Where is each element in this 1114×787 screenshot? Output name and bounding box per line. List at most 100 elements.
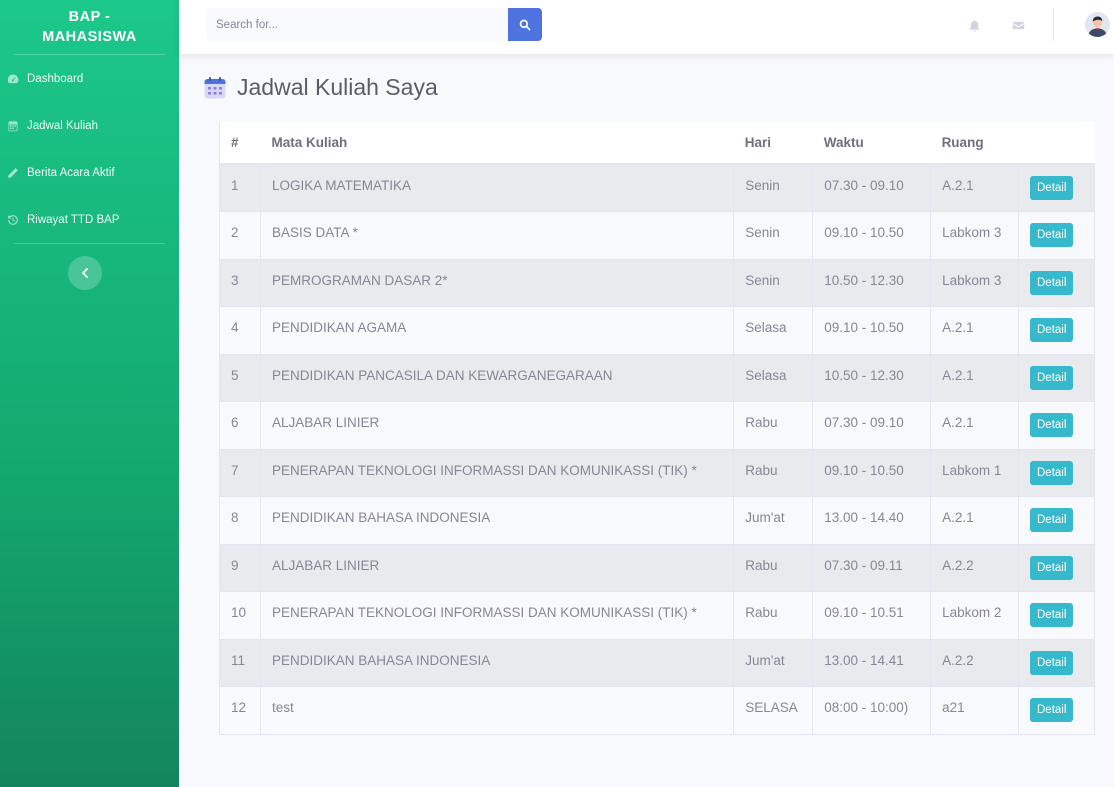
bell-icon <box>969 19 979 32</box>
search-form <box>206 8 542 41</box>
cell-no: 5 <box>219 353 261 402</box>
cell-no: 4 <box>219 306 261 354</box>
cell-ruang: A.2.1 <box>930 401 1019 449</box>
cell-no: 3 <box>219 258 261 307</box>
cell-no: 12 <box>219 686 261 735</box>
table-row: 7 PENERAPAN TEKNOLOGI INFORMASSI DAN KOMU… <box>219 448 1095 497</box>
alerts-button[interactable] <box>966 17 982 33</box>
header-hari: Hari <box>733 122 813 165</box>
brand-line-2: MAHASISWA <box>42 29 137 45</box>
cell-action: Detail <box>1018 638 1095 687</box>
envelope-icon <box>1012 21 1024 29</box>
table-row: 8 PENDIDIKAN BAHASA INDONESIA Jum'at 13.00 … <box>219 496 1095 544</box>
cell-hari: Senin <box>733 258 813 307</box>
cell-mata-kuliah: test <box>259 686 734 735</box>
cell-action: Detail <box>1018 448 1095 497</box>
sidebar-item-dashboard[interactable]: Dashboard <box>0 55 179 102</box>
cell-ruang: A.2.1 <box>930 306 1019 354</box>
user-avatar-icon <box>1085 12 1110 37</box>
sidebar-brand[interactable]: BAP - MAHASISWA <box>0 0 179 54</box>
search-icon <box>519 19 531 30</box>
detail-button[interactable]: Detail <box>1030 508 1074 532</box>
cell-mata-kuliah: PENDIDIKAN PANCASILA DAN KEWARGANEGARAAN <box>259 353 734 402</box>
sidebar-item-label: Jadwal Kuliah <box>27 119 98 132</box>
detail-button[interactable]: Detail <box>1030 223 1074 247</box>
cell-mata-kuliah: PEMROGRAMAN DASAR 2* <box>259 258 734 307</box>
chevron-left-icon <box>82 268 88 278</box>
table-row: 3 PEMROGRAMAN DASAR 2* Senin 10.50 - 12.30 L… <box>219 258 1095 307</box>
cell-hari: Senin <box>733 211 813 259</box>
sidebar-item-label: Riwayat TTD BAP <box>27 213 120 226</box>
detail-button[interactable]: Detail <box>1030 270 1074 295</box>
avatar[interactable] <box>1085 12 1110 37</box>
cell-ruang: Labkom 1 <box>930 448 1019 497</box>
table-row: 11 PENDIDIKAN BAHASA INDONESIA Jum'at 13.00… <box>219 638 1095 687</box>
cell-action: Detail <box>1018 353 1095 402</box>
sidebar-divider <box>14 243 165 244</box>
table-body: 1 LOGIKA MATEMATIKA Senin 07.30 - 09.10 A.2.… <box>219 163 1095 735</box>
cell-waktu: 10.50 - 12.30 <box>812 353 931 402</box>
cell-no: 6 <box>219 401 261 449</box>
cell-waktu: 07.30 - 09.10 <box>812 401 931 449</box>
cell-ruang: a21 <box>930 686 1019 735</box>
cell-hari: Rabu <box>733 448 813 497</box>
cell-mata-kuliah: LOGIKA MATEMATIKA <box>259 163 734 212</box>
cell-waktu: 09.10 - 10.50 <box>812 211 931 259</box>
detail-button[interactable]: Detail <box>1030 603 1074 627</box>
table-row: 4 PENDIDIKAN AGAMA Selasa 09.10 - 10.50 A.2.… <box>219 306 1095 354</box>
schedule-table-container: # Mata Kuliah Hari Waktu Ruang 1 LOGIKA M… <box>219 122 1095 735</box>
detail-button[interactable]: Detail <box>1030 365 1074 390</box>
sidebar-item-label: Dashboard <box>27 72 84 85</box>
cell-ruang: Labkom 3 <box>930 258 1019 307</box>
cell-mata-kuliah: PENERAPAN TEKNOLOGI INFORMASSI DAN KOMUN… <box>259 591 734 639</box>
cell-ruang: A.2.1 <box>930 353 1019 402</box>
cell-waktu: 13.00 - 14.41 <box>812 638 931 687</box>
sidebar-toggle-button[interactable] <box>68 256 102 290</box>
cell-hari: Jum'at <box>733 638 813 687</box>
detail-button[interactable]: Detail <box>1030 698 1074 722</box>
sidebar-item-berita-acara-aktif[interactable]: Berita Acara Aktif <box>0 149 179 196</box>
cell-hari: SELASA <box>733 686 813 735</box>
cell-waktu: 09.10 - 10.50 <box>812 306 931 354</box>
page-heading: Jadwal Kuliah Saya <box>203 74 438 101</box>
cell-ruang: A.2.2 <box>930 543 1019 592</box>
detail-button[interactable]: Detail <box>1030 176 1074 200</box>
history-icon <box>6 213 20 227</box>
cell-no: 8 <box>219 496 261 544</box>
detail-button[interactable]: Detail <box>1030 650 1074 675</box>
topbar-divider <box>1053 8 1054 41</box>
table-row: 10 PENERAPAN TEKNOLOGI INFORMASSI DAN KOM… <box>219 591 1095 639</box>
schedule-table: # Mata Kuliah Hari Waktu Ruang 1 LOGIKA M… <box>219 122 1095 735</box>
cell-mata-kuliah: PENDIDIKAN BAHASA INDONESIA <box>259 496 734 544</box>
detail-button[interactable]: Detail <box>1030 555 1074 580</box>
table-row: 1 LOGIKA MATEMATIKA Senin 07.30 - 09.10 A.2.… <box>219 163 1095 212</box>
cell-action: Detail <box>1018 591 1095 639</box>
sidebar-item-riwayat-ttd-bap[interactable]: Riwayat TTD BAP <box>0 196 179 243</box>
cell-action: Detail <box>1018 211 1095 259</box>
cell-hari: Rabu <box>733 401 813 449</box>
search-button[interactable] <box>508 8 542 41</box>
header-mata-kuliah: Mata Kuliah <box>260 122 734 165</box>
page-title: Jadwal Kuliah Saya <box>237 74 438 100</box>
cell-waktu: 07.30 - 09.11 <box>812 543 931 592</box>
cell-mata-kuliah: PENDIDIKAN AGAMA <box>259 306 734 354</box>
pencil-icon <box>6 166 20 180</box>
cell-ruang: Labkom 2 <box>930 591 1019 639</box>
cell-action: Detail <box>1018 306 1095 354</box>
cell-action: Detail <box>1018 496 1095 544</box>
cell-action: Detail <box>1018 163 1095 212</box>
cell-no: 10 <box>219 591 261 639</box>
sidebar-item-label: Berita Acara Aktif <box>27 166 115 179</box>
detail-button[interactable]: Detail <box>1030 318 1074 342</box>
search-input[interactable] <box>206 8 508 41</box>
header-no: # <box>219 122 261 165</box>
calendar-icon <box>204 76 226 98</box>
detail-button[interactable]: Detail <box>1030 460 1074 485</box>
cell-mata-kuliah: BASIS DATA * <box>259 211 734 259</box>
cell-hari: Rabu <box>733 543 813 592</box>
cell-no: 11 <box>219 638 261 687</box>
sidebar-item-jadwal-kuliah[interactable]: Jadwal Kuliah <box>0 102 179 149</box>
cell-waktu: 09.10 - 10.50 <box>812 448 931 497</box>
detail-button[interactable]: Detail <box>1030 413 1074 437</box>
messages-button[interactable] <box>1010 17 1026 33</box>
